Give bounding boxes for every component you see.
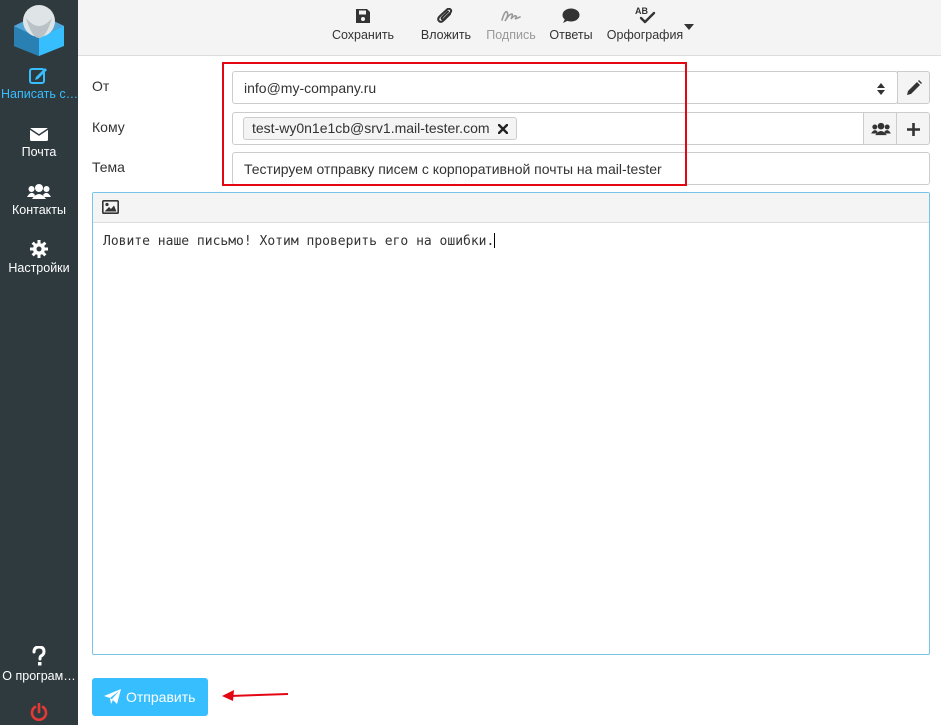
address-book-button[interactable] [863,112,897,145]
sidebar-item-contacts[interactable]: Контакты [0,183,78,217]
to-input[interactable]: test-wy0n1e1cb@srv1.mail-tester.com [232,112,864,145]
image-icon[interactable] [102,200,119,214]
recipient-address: test-wy0n1e1cb@srv1.mail-tester.com [252,120,490,136]
recipient-chip[interactable]: test-wy0n1e1cb@srv1.mail-tester.com [243,117,518,140]
subject-input[interactable]: Тестируем отправку писем с корпоративной… [232,152,930,185]
text-cursor [494,233,496,248]
question-icon [32,646,46,666]
pencil-icon [907,80,922,95]
sidebar-item-settings[interactable]: Настройки [0,240,78,275]
save-button[interactable]: Сохранить [330,0,396,55]
comment-icon [562,8,580,23]
close-icon[interactable] [498,123,509,135]
power-icon[interactable] [30,703,48,721]
sidebar-item-label: Контакты [12,203,66,217]
from-value: info@my-company.ru [244,80,377,96]
edit-icon [29,68,47,84]
signature-icon [501,10,521,22]
gear-icon [30,240,48,258]
edit-identity-button[interactable] [897,71,930,104]
editor-toolbar [93,193,929,223]
sidebar-item-label: О програм… [2,669,76,683]
from-select[interactable]: info@my-company.ru [232,71,898,104]
spellcheck-icon: AB [635,6,656,24]
select-arrows-icon [877,83,885,95]
sidebar-item-label: Почта [21,145,57,159]
spellcheck-button[interactable]: AB Орфография [604,0,686,55]
sidebar-item-mail[interactable]: Почта [0,126,78,159]
subject-label: Тема [92,159,125,175]
save-icon [356,9,370,23]
users-icon [27,184,51,199]
arrow-annotation [222,690,289,701]
add-header-button[interactable] [896,112,930,145]
chevron-down-icon[interactable] [684,24,694,30]
sidebar-item-label: Написать с… [1,87,77,101]
sidebar-item-about[interactable]: О програм… [0,646,78,683]
sidebar: Написать с… Почта Контакты Настройки О п… [0,0,78,725]
send-button[interactable]: Отправить [92,678,208,716]
message-editor[interactable]: Ловите наше письмо! Хотим проверить его … [92,192,930,655]
svg-text:AB: AB [635,6,648,16]
paper-plane-icon [104,689,121,704]
plus-icon [907,123,920,136]
message-text: Ловите наше письмо! Хотим проверить его … [103,234,495,249]
compose-toolbar: Сохранить Вложить Подпись Ответы AB Орфо… [78,0,941,56]
subject-value: Тестируем отправку писем с корпоративной… [244,161,662,177]
attach-button[interactable]: Вложить [417,0,475,55]
logo-icon [14,5,64,56]
envelope-icon [29,128,49,141]
to-label: Кому [92,119,125,135]
signature-button[interactable]: Подпись [483,0,539,55]
from-label: От [92,78,110,94]
sidebar-item-label: Настройки [8,261,70,275]
sidebar-item-compose[interactable]: Написать с… [0,66,78,101]
responses-button[interactable]: Ответы [545,0,597,55]
users-icon [871,122,891,136]
paperclip-icon [437,8,453,23]
editor-body[interactable]: Ловите наше письмо! Хотим проверить его … [93,223,929,259]
